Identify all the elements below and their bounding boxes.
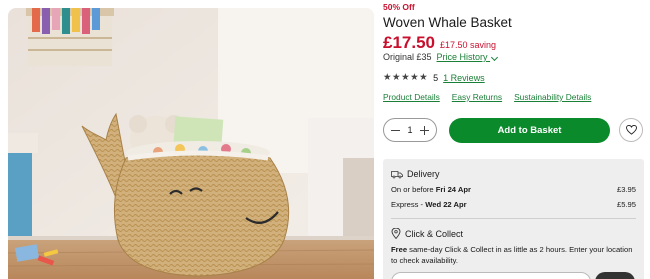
divider <box>391 218 636 219</box>
star-icon: ★ <box>410 72 420 83</box>
location-pin-icon <box>391 228 401 239</box>
reviews-link[interactable]: 1 Reviews <box>443 73 485 83</box>
product-title: Woven Whale Basket <box>383 15 512 30</box>
delivery-heading: Delivery <box>407 169 440 179</box>
add-to-basket-button[interactable]: Add to Basket <box>449 118 610 143</box>
delivery-panel: Delivery On or before Fri 24 Apr £3.95 E… <box>383 159 644 279</box>
delivery-option-express: Express - Wed 22 Apr £5.95 <box>391 200 636 209</box>
heart-icon <box>625 125 637 135</box>
info-links: Product Details Easy Returns Sustainabil… <box>383 92 591 102</box>
star-icon: ★ <box>401 72 411 83</box>
tab-product-details[interactable]: Product Details <box>383 92 440 102</box>
delivery-option-price: £5.95 <box>616 200 636 209</box>
star-icon: ★ <box>392 72 402 83</box>
delivery-heading-row: Delivery <box>391 169 440 179</box>
delivery-option-label: Express - <box>391 200 426 209</box>
rating-row: ★★★★★ 5 1 Reviews <box>383 72 485 83</box>
product-info-panel: 50% Off Woven Whale Basket £17.50 £17.50… <box>383 0 645 279</box>
click-collect-description: Free same-day Click & Collect in as litt… <box>391 244 639 266</box>
price-row: £17.50 £17.50 saving <box>383 33 496 53</box>
decrease-quantity-button[interactable] <box>391 126 400 135</box>
product-image[interactable] <box>8 8 374 279</box>
increase-quantity-button[interactable] <box>419 125 429 135</box>
delivery-option-standard: On or before Fri 24 Apr £3.95 <box>391 185 636 194</box>
tab-sustainability-details[interactable]: Sustainability Details <box>514 92 591 102</box>
price-history-link[interactable]: Price History <box>436 52 499 62</box>
click-collect-heading-row: Click & Collect <box>391 228 463 239</box>
saving-amount: £17.50 saving <box>440 40 497 50</box>
delivery-option-date: Fri 24 Apr <box>435 185 471 194</box>
original-price-row: Original £35 Price History <box>383 52 499 62</box>
price-history-label: Price History <box>436 52 488 62</box>
delivery-option-label: On or before <box>391 185 436 194</box>
location-search-button[interactable] <box>595 272 635 279</box>
rating-value: 5 <box>433 72 439 83</box>
van-icon <box>391 170 403 178</box>
whale-basket-photo <box>8 8 374 279</box>
location-input[interactable] <box>391 272 591 279</box>
delivery-option-price: £3.95 <box>616 185 636 194</box>
discount-badge: 50% Off <box>383 2 415 12</box>
chevron-down-icon <box>491 53 499 62</box>
click-collect-heading: Click & Collect <box>405 228 464 239</box>
tab-easy-returns[interactable]: Easy Returns <box>452 92 502 102</box>
quantity-stepper: 1 <box>383 118 437 142</box>
star-icon: ★ <box>383 72 393 83</box>
wishlist-button[interactable] <box>619 118 643 142</box>
star-rating: ★★★★★ <box>383 72 428 83</box>
click-collect-free: Free <box>391 245 408 254</box>
click-collect-text: same-day Click & Collect in as little as… <box>391 245 633 265</box>
sale-price: £17.50 <box>383 33 435 52</box>
star-icon: ★ <box>419 72 429 83</box>
original-price: Original £35 <box>383 52 432 62</box>
quantity-value[interactable]: 1 <box>407 125 412 135</box>
delivery-option-date: Wed 22 Apr <box>425 200 467 209</box>
